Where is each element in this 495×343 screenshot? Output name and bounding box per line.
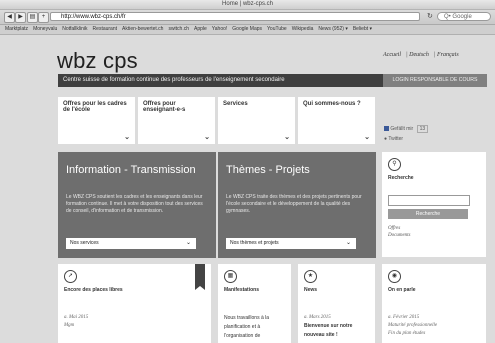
chevron-down-icon: ⌄: [345, 240, 351, 246]
card-text-line: l'organisation de: [224, 333, 261, 339]
bookmark-item[interactable]: Yahoo!: [212, 26, 227, 32]
services-select-value: Nos services: [70, 240, 99, 246]
themes-box-title: Thèmes - Projets: [226, 164, 310, 176]
facebook-count: 13: [416, 125, 429, 133]
bookmark-ribbon-icon: [195, 264, 205, 290]
menu-card-label: Qui sommes-nous ?: [303, 101, 361, 107]
browser-search-field[interactable]: Q• Google: [437, 12, 491, 21]
add-tab-icon[interactable]: +: [38, 12, 49, 23]
themes-select[interactable]: Nos thèmes et projets ⌄: [226, 238, 356, 249]
menu-card-enseignants[interactable]: Offres pour enseignant-e-s ⌄: [138, 97, 215, 144]
twitter-label: Twitter: [388, 136, 404, 142]
language-switcher: Accueil | Deutsch | Français: [383, 52, 459, 58]
login-button[interactable]: LOGIN RESPONSABLE DE COURS: [383, 74, 487, 87]
bookmark-item[interactable]: Beliebt ▾: [353, 26, 372, 32]
site-banner: Centre suisse de formation continue des …: [58, 74, 383, 87]
search-input[interactable]: [388, 195, 470, 206]
card-date: a. Mars 2015: [304, 315, 331, 320]
card-date: a. Février 2015: [388, 315, 420, 320]
card-text-line: Nous travaillons à la: [224, 315, 270, 321]
menu-card-cadres[interactable]: Offres pour les cadres de l'école ⌄: [58, 97, 135, 144]
themes-projets-box: Thèmes - Projets Le WBZ CPS traite des t…: [218, 152, 376, 258]
chevron-down-icon: ⌄: [364, 134, 370, 141]
browser-toolbar: ◀ ▶ ▤ + http://www.wbz-cps.ch/fr ↻ Q• Go…: [0, 10, 495, 25]
chevron-down-icon: ⌄: [204, 134, 210, 141]
chevron-down-icon: ⌄: [124, 134, 130, 141]
compass-icon: ➚: [64, 270, 77, 283]
window-title: Home | wbz-cps.ch: [222, 1, 273, 7]
bookmark-item[interactable]: News (952) ▾: [318, 26, 347, 32]
chevron-down-icon: ⌄: [185, 240, 191, 246]
browser-titlebar: Home | wbz-cps.ch: [0, 0, 495, 15]
menu-card-services[interactable]: Services ⌄: [218, 97, 295, 144]
reload-icon[interactable]: ↻: [427, 12, 433, 21]
search-card: ⚲ Recherche Recherche Offres Documents: [382, 152, 486, 257]
lang-deutsch[interactable]: Deutsch: [409, 52, 429, 58]
url-field[interactable]: http://www.wbz-cps.ch/fr: [50, 12, 420, 21]
card-subtitle: Mgm: [64, 323, 75, 328]
services-select[interactable]: Nos services ⌄: [66, 238, 196, 249]
link-offres[interactable]: Offres: [388, 225, 480, 232]
bookmark-item[interactable]: YouTube: [267, 26, 287, 32]
card-title: Manifestations: [224, 287, 260, 293]
search-label: Recherche: [388, 175, 414, 181]
lang-francais[interactable]: Français: [437, 52, 459, 58]
menu-card-label: Offres pour les cadres de l'école: [63, 101, 127, 113]
star-icon: ★: [304, 270, 317, 283]
card-text-line: Fin du plan études: [388, 331, 426, 336]
card-title: Encore des places libres: [64, 287, 123, 293]
manifestations-card[interactable]: ▦ Manifestations Nous travaillons à la p…: [218, 264, 291, 343]
search-links: Offres Documents: [388, 225, 480, 239]
on-en-parle-card[interactable]: ◉ On en parle a. Février 2015 Maturité p…: [382, 264, 486, 343]
link-documents[interactable]: Documents: [388, 232, 480, 239]
bookmarks-bar: Marktplatz Moneyvalu Notfallklinik Restaura…: [0, 25, 495, 35]
menu-card-qui-sommes-nous[interactable]: Qui sommes-nous ? ⌄: [298, 97, 375, 144]
menu-card-label: Offres pour enseignant-e-s: [143, 101, 186, 113]
card-text-line: Maturité professionnelle: [388, 323, 438, 328]
bookmark-item[interactable]: Google Maps: [232, 26, 262, 32]
bookmark-item[interactable]: Moneyvalu: [33, 26, 57, 32]
sidebar-icon[interactable]: ▤: [27, 12, 38, 23]
forward-icon[interactable]: ▶: [15, 12, 26, 23]
bookmark-item[interactable]: Wikipedia: [292, 26, 314, 32]
card-date: a. Mai 2015: [64, 315, 89, 320]
bookmark-item[interactable]: Aktien-bewertet.ch: [122, 26, 163, 32]
bookmark-item[interactable]: Marktplatz: [5, 26, 28, 32]
lang-accueil[interactable]: Accueil: [383, 52, 401, 58]
card-text-line: nouveau site !: [304, 332, 338, 338]
themes-select-value: Nos thèmes et projets: [230, 240, 279, 246]
card-text-line: planification et à: [224, 324, 261, 330]
twitter-button[interactable]: ● Twitter: [384, 136, 403, 142]
search-button[interactable]: Recherche: [388, 209, 468, 219]
calendar-icon: ▦: [224, 270, 237, 283]
speech-icon: ◉: [388, 270, 401, 283]
bookmark-item[interactable]: switch.ch: [168, 26, 189, 32]
facebook-icon: [384, 126, 389, 132]
info-box-text: Le WBZ CPS soutient les cadres et les en…: [66, 194, 203, 214]
themes-box-text: Le WBZ CPS traite des thèmes et des proj…: [226, 194, 362, 214]
card-text-line: Bienvenue sur notre: [304, 323, 353, 329]
card-title: News: [304, 287, 318, 293]
bookmark-item[interactable]: Restaurant: [93, 26, 117, 32]
chevron-down-icon: ⌄: [284, 134, 290, 141]
info-transmission-box: Information - Transmission Le WBZ CPS so…: [58, 152, 216, 258]
places-libres-card[interactable]: ➚ Encore des places libres a. Mai 2015 M…: [58, 264, 211, 343]
menu-card-label: Services: [223, 101, 248, 107]
site-logo[interactable]: wbz cps: [57, 48, 138, 74]
facebook-like-button[interactable]: Gefällt mir 13: [384, 125, 429, 133]
facebook-label: Gefällt mir: [390, 126, 414, 132]
twitter-icon: ●: [384, 136, 388, 142]
news-card[interactable]: ★ News a. Mars 2015 Bienvenue sur notre …: [298, 264, 375, 343]
card-title: On en parle: [388, 287, 416, 293]
bookmark-item[interactable]: Apple: [194, 26, 207, 32]
bookmark-item[interactable]: Notfallklinik: [62, 26, 87, 32]
back-icon[interactable]: ◀: [4, 12, 15, 23]
info-box-title: Information - Transmission: [66, 164, 196, 176]
search-icon: ⚲: [388, 158, 401, 171]
